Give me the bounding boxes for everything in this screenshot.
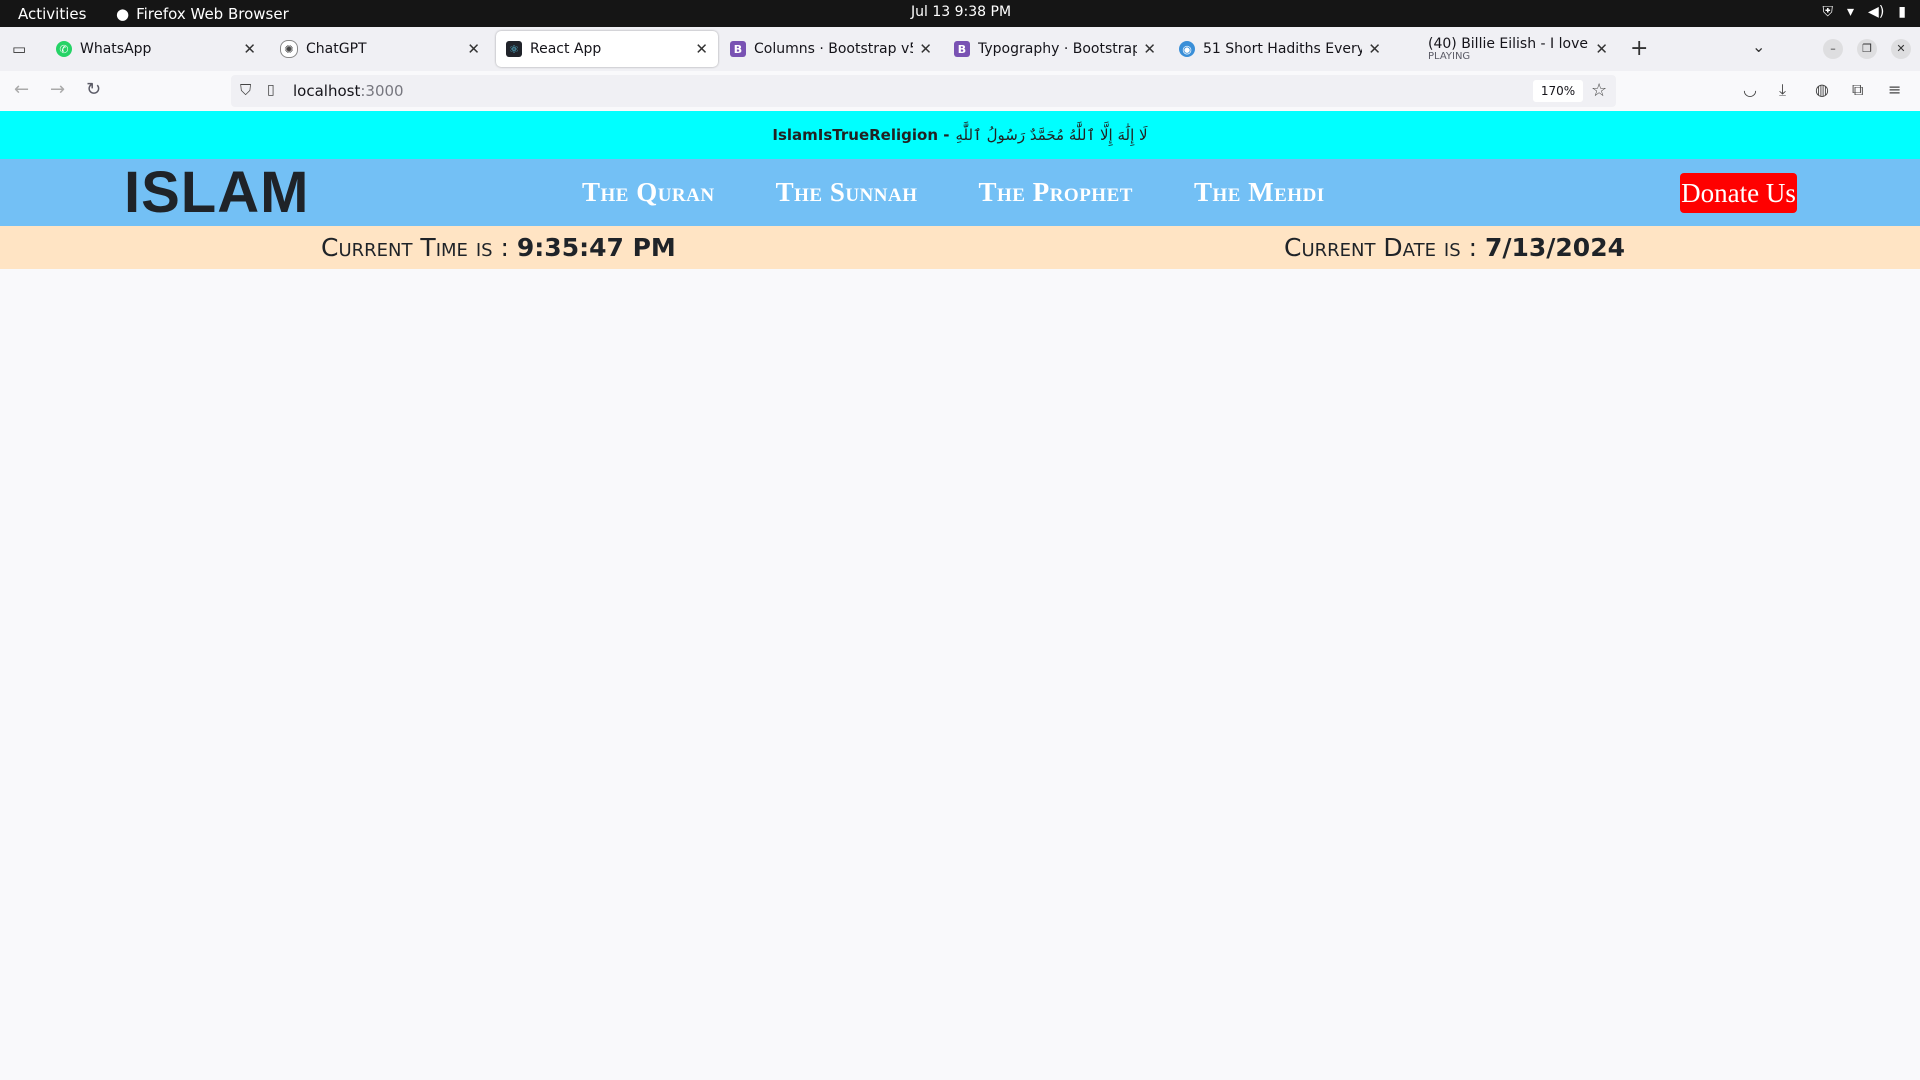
shield-icon: ⛨ xyxy=(1822,4,1834,20)
url-bar[interactable]: ⛉ ▯ localhost:3000 170% ☆ xyxy=(231,75,1616,107)
tab-title: Typography · Bootstrap v xyxy=(978,41,1138,57)
donate-button[interactable]: Donate Us xyxy=(1680,173,1797,213)
page-info-icon[interactable]: ▯ xyxy=(267,82,275,98)
minimize-icon[interactable]: – xyxy=(1823,39,1843,59)
tab-title: 51 Short Hadiths Every M xyxy=(1203,41,1363,57)
bookmark-star-icon[interactable]: ☆ xyxy=(1591,80,1607,101)
close-tab-icon[interactable]: ✕ xyxy=(1368,40,1381,58)
wifi-icon: ▾ xyxy=(1847,4,1855,20)
tab-react-app[interactable]: ⚛ React App ✕ xyxy=(496,31,718,67)
tab-title: Columns · Bootstrap v5.3 xyxy=(754,41,913,57)
datetime-bar: Current Time is : 9:35:47 PM Current Dat… xyxy=(0,226,1920,269)
account-icon[interactable]: ◍ xyxy=(1815,80,1829,99)
bootstrap-icon: B xyxy=(730,41,746,57)
close-tab-icon[interactable]: ✕ xyxy=(1143,40,1156,58)
tab-bootstrap-columns[interactable]: B Columns · Bootstrap v5.3 ✕ xyxy=(720,31,942,67)
whatsapp-icon: ✆ xyxy=(56,41,72,57)
react-icon: ⚛ xyxy=(506,41,522,57)
menu-icon[interactable]: ≡ xyxy=(1888,80,1901,99)
tracking-protection-icon[interactable]: ⛉ xyxy=(240,81,251,99)
close-tab-icon[interactable]: ✕ xyxy=(1595,40,1608,58)
tab-whatsapp[interactable]: ✆ WhatsApp ✕ xyxy=(46,31,266,67)
close-tab-icon[interactable]: ✕ xyxy=(467,40,480,58)
reload-icon[interactable]: ↻ xyxy=(86,79,101,100)
tab-title: WhatsApp xyxy=(80,41,152,57)
activities-button[interactable]: Activities xyxy=(18,5,86,23)
zoom-level-button[interactable]: 170% xyxy=(1533,80,1583,102)
current-date: Current Date is : 7/13/2024 xyxy=(1284,233,1625,262)
main-nav: The Quran The Sunnah The Prophet The Meh… xyxy=(582,177,1386,208)
bootstrap-icon: B xyxy=(954,41,970,57)
current-date-label: Current Date is : xyxy=(1284,233,1485,262)
firefox-icon: ● xyxy=(116,5,130,23)
announcement-shahada: لَا إِلَٰهَ إِلَّا ٱللَّٰهُ مُحَمَّدٌ رَ… xyxy=(955,126,1148,144)
nav-link-quran[interactable]: The Quran xyxy=(582,177,715,208)
list-all-tabs-icon[interactable]: ⌄ xyxy=(1752,37,1765,56)
tab-playing-label: PLAYING xyxy=(1428,51,1471,62)
current-time-label: Current Time is : xyxy=(321,233,517,262)
tab-title: ChatGPT xyxy=(306,41,367,57)
globe-icon: ◉ xyxy=(1179,41,1195,57)
downloads-icon[interactable]: ⤓ xyxy=(1779,80,1786,100)
forward-icon[interactable]: → xyxy=(50,79,65,100)
system-tray[interactable]: ⛨ ▾ ◀) ▮ xyxy=(1823,4,1906,20)
app-menu[interactable]: ● Firefox Web Browser xyxy=(116,5,289,23)
announcement-brand: IslamIsTrueReligion - xyxy=(772,126,950,144)
close-tab-icon[interactable]: ✕ xyxy=(243,40,256,58)
tab-chatgpt[interactable]: ✺ ChatGPT ✕ xyxy=(270,31,490,67)
navigation-toolbar: ← → ↻ ⛉ ▯ localhost:3000 170% ☆ ◡ ⤓ ◍ ⧉ … xyxy=(0,71,1920,112)
app-name: Firefox Web Browser xyxy=(136,5,289,23)
back-icon[interactable]: ← xyxy=(14,79,29,100)
nav-link-sunnah[interactable]: The Sunnah xyxy=(776,177,918,208)
url-port: :3000 xyxy=(360,82,404,100)
pocket-icon[interactable]: ◡ xyxy=(1743,80,1757,99)
tab-strip: ▭ ✆ WhatsApp ✕ ✺ ChatGPT ✕ ⚛ React App ✕… xyxy=(0,27,1920,71)
url-host: localhost xyxy=(293,82,361,100)
tab-title: React App xyxy=(530,41,602,57)
tab-youtube-playing[interactable]: (40) Billie Eilish - I love yo PLAYING ✕ xyxy=(1418,31,1618,67)
close-tab-icon[interactable]: ✕ xyxy=(695,40,708,58)
new-tab-icon[interactable]: + xyxy=(1630,36,1648,61)
firefox-view-icon[interactable]: ▭ xyxy=(12,40,26,58)
close-window-icon[interactable]: ✕ xyxy=(1891,39,1911,59)
extensions-icon[interactable]: ⧉ xyxy=(1852,80,1863,100)
tab-bootstrap-typography[interactable]: B Typography · Bootstrap v ✕ xyxy=(944,31,1166,67)
battery-icon: ▮ xyxy=(1898,4,1906,20)
tab-title: (40) Billie Eilish - I love yo xyxy=(1428,36,1589,52)
url-text[interactable]: localhost:3000 xyxy=(293,82,404,100)
system-top-bar: Activities ● Firefox Web Browser Jul 13 … xyxy=(0,0,1920,27)
announcement-bar: IslamIsTrueReligion - لَا إِلَٰهَ إِلَّا… xyxy=(0,111,1920,159)
close-tab-icon[interactable]: ✕ xyxy=(919,40,932,58)
tab-hadiths[interactable]: ◉ 51 Short Hadiths Every M ✕ xyxy=(1169,31,1391,67)
current-date-value: 7/13/2024 xyxy=(1484,233,1625,262)
restore-icon[interactable]: ❐ xyxy=(1857,39,1877,59)
site-header: ISLAM The Quran The Sunnah The Prophet T… xyxy=(0,159,1920,226)
clock[interactable]: Jul 13 9:38 PM xyxy=(911,4,1011,20)
site-logo[interactable]: ISLAM xyxy=(124,159,309,226)
nav-link-mehdi[interactable]: The Mehdi xyxy=(1194,177,1325,208)
current-time-value: 9:35:47 PM xyxy=(516,233,676,262)
nav-link-prophet[interactable]: The Prophet xyxy=(979,177,1133,208)
volume-icon: ◀) xyxy=(1868,4,1885,20)
current-time: Current Time is : 9:35:47 PM xyxy=(321,233,676,262)
chatgpt-icon: ✺ xyxy=(280,40,298,58)
